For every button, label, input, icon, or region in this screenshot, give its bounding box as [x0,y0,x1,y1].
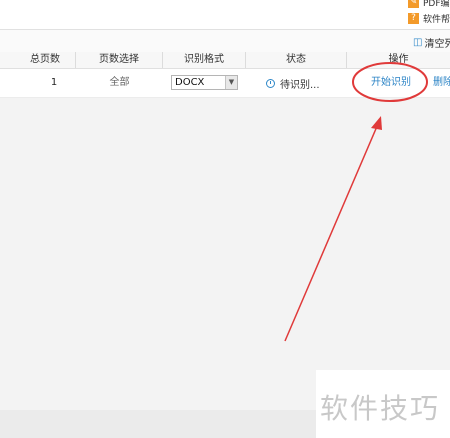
annotation-arrow-line [284,123,379,342]
annotation-layer [284,62,428,342]
highlight-circle [352,62,428,102]
arrow-head-icon [371,116,382,130]
